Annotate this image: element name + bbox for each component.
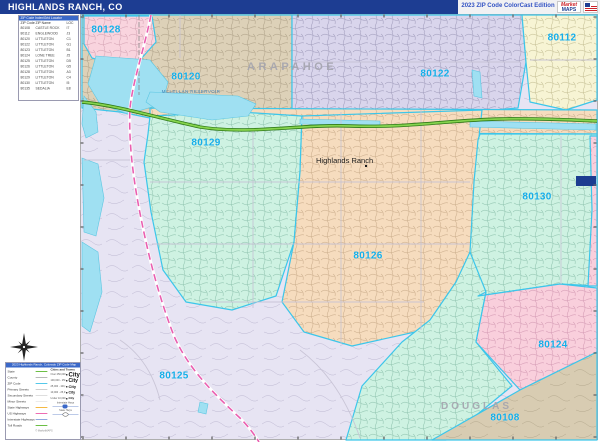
legend-line-swatch <box>35 407 48 408</box>
legend-line-swatch <box>35 413 48 414</box>
city-class-range: Under 10,000 <box>50 397 66 400</box>
legend-item-label: State Highways <box>7 405 30 410</box>
legend-item-label: Minor Streets <box>7 399 26 404</box>
city-sample-label: City <box>68 397 75 400</box>
legend-item-label: State <box>7 369 15 374</box>
map-legend: 2023 Highlands Ranch, Colorado ZIP Code … <box>5 362 81 440</box>
page-title: HIGHLANDS RANCH, CO <box>8 2 123 12</box>
edition-strip: 2023 ZIP Code ColorCast Edition Market M… <box>458 0 600 14</box>
zip-table-body: 80108 CASTLE ROCK I7 80112 ENGLEWOOD J3 80120 L… <box>19 26 78 92</box>
city-class-range: Over 250,000 <box>50 373 66 376</box>
legend-line-swatch <box>35 389 48 390</box>
legend-item-label: Interstate Highways <box>7 417 35 422</box>
flag-icon <box>585 3 590 7</box>
legend-footer: © MarketMAPS <box>35 429 53 433</box>
legend-line-swatch <box>35 371 48 372</box>
zip-table-cell: 80135 <box>20 87 30 91</box>
legend-line-swatch <box>35 419 48 420</box>
highway-shield-samples: Interstate Hwys State Hwys <box>51 402 81 417</box>
logo-text-bottom: MAPS <box>561 7 577 13</box>
marketmaps-logo: Market MAPS <box>557 1 581 13</box>
city-dot-icon <box>66 391 68 394</box>
shield-sample-row: State Hwys <box>51 409 81 417</box>
city-class-range: 100,000 - 250,000 <box>50 379 66 382</box>
legend-line-swatch <box>35 401 48 402</box>
city-dot-icon <box>66 385 68 388</box>
zip-region-80122 <box>291 14 527 113</box>
city-class-range: 10,000 - 25,000 <box>50 391 66 394</box>
water-body <box>197 401 209 415</box>
city-sample-label: City <box>68 384 77 389</box>
zip-table-row: 80135 SEDALIA E8 <box>19 86 78 92</box>
legend-item-label: US Highways <box>7 411 27 416</box>
city-classes: Over 250,000City100,000 - 250,000City25,… <box>50 371 81 402</box>
legend-item: Toll Roads <box>8 423 51 429</box>
city-dot-icon <box>66 379 68 382</box>
legend-line-swatch <box>35 425 48 426</box>
legend-cities: Cities and Towns Over 250,000 City 100,000… <box>51 368 81 429</box>
secondary-logo <box>583 1 598 13</box>
legend-line-swatch <box>35 383 48 384</box>
legend-line-swatch <box>35 395 48 396</box>
shield-sample-row: Interstate Hwys <box>51 402 81 410</box>
title-bar: HIGHLANDS RANCH, CO <box>0 0 458 14</box>
city-dot-icon <box>66 373 68 376</box>
road-label-box <box>576 176 596 186</box>
legend-line-swatch <box>35 377 48 378</box>
legend-item-label: Primary Streets <box>7 387 29 392</box>
map-page: ARAPAHOE DOUGLAS Highlands Ranch MCLELLA… <box>0 0 600 442</box>
city-dot-icon <box>66 397 68 400</box>
zip-table-cell: E8 <box>66 87 71 91</box>
legend-item-label: Secondary Streets <box>7 393 33 398</box>
edition-label: 2023 ZIP Code ColorCast Edition <box>461 3 555 9</box>
col-loc: LOC <box>66 21 74 26</box>
legend-item-label: Toll Roads <box>7 423 22 428</box>
col-zip-code: ZIP Code <box>20 21 35 26</box>
zip-index-table: ZIP Code Index/Grid Locator ZIP Code ZIP… <box>18 15 79 101</box>
col-zip-name: ZIP Name <box>35 21 51 26</box>
city-class-range: 25,000 - 100,000 <box>50 385 66 388</box>
city-sample-label: City <box>68 377 78 384</box>
highway-shield-icon <box>62 404 68 409</box>
highway-shield-icon <box>62 412 69 417</box>
zip-region-80112 <box>521 14 598 111</box>
compass-rose-icon <box>10 333 38 361</box>
map-canvas <box>80 14 598 442</box>
legend-items: State County ZIP Code Primary Streets Second… <box>6 368 51 429</box>
city-sample-label: City <box>68 390 76 395</box>
zip-region-80130 <box>469 133 598 297</box>
legend-item-label: ZIP Code <box>7 381 21 386</box>
legend-item-label: County <box>7 375 18 380</box>
zip-table-cell: SEDALIA <box>35 87 50 91</box>
